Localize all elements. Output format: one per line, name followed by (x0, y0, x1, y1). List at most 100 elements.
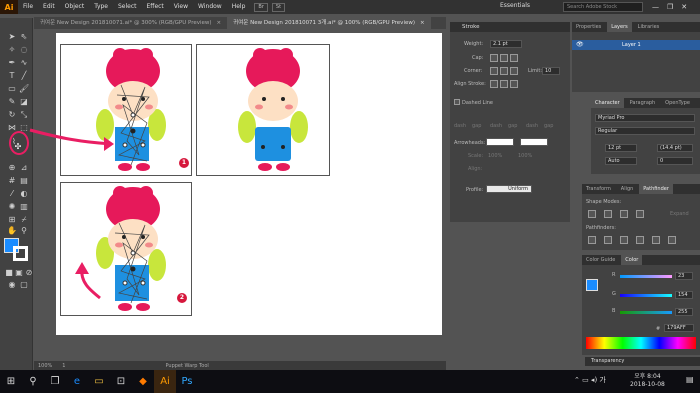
close-button[interactable]: ✕ (681, 0, 687, 14)
blue-slider[interactable] (620, 311, 672, 314)
annotation-arrows (29, 128, 114, 300)
minimize-button[interactable]: — (652, 0, 659, 14)
tab-color-guide[interactable]: Color Guide (582, 255, 619, 265)
merge-icon[interactable] (620, 236, 628, 244)
color-spectrum[interactable] (586, 337, 696, 349)
outline-icon[interactable] (652, 236, 660, 244)
taskbar-clock[interactable]: 오후 8:04 2018-10-08 (630, 373, 665, 389)
kerning-input[interactable]: Auto (605, 157, 637, 165)
maximize-button[interactable]: ❐ (667, 0, 673, 14)
tab-character[interactable]: Character (591, 98, 624, 108)
gap-3-label: gap (544, 123, 554, 129)
tab-opentype[interactable]: OpenType (661, 98, 694, 108)
miter-join-icon[interactable] (490, 67, 498, 75)
notification-icon[interactable]: ▤ (686, 375, 694, 384)
red-input[interactable]: 23 (675, 272, 693, 280)
clock-date: 2018-10-08 (630, 381, 665, 388)
round-join-icon[interactable] (500, 67, 508, 75)
file-explorer-icon[interactable]: ▭ (88, 370, 110, 393)
transparency-panel-header[interactable]: Transparency (585, 357, 700, 366)
character-panel-tabs: Character Paragraph OpenType (591, 98, 700, 108)
edge-browser-icon[interactable]: e (66, 370, 88, 393)
layer-row[interactable]: Layer 1 (572, 40, 700, 50)
arrow-align-label: Align: (468, 166, 483, 172)
artboard-number[interactable]: 1 (62, 363, 65, 369)
color-panel-tabs: Color Guide Color (582, 255, 700, 265)
unite-icon[interactable] (588, 210, 596, 218)
leading-input[interactable]: (14.4 pt) (657, 144, 693, 152)
current-tool-label: Puppet Warp Tool (165, 362, 209, 369)
square-cap-icon[interactable] (510, 54, 518, 62)
scale-start-value[interactable]: 100% (488, 153, 502, 159)
scale-label: Scale: (468, 153, 484, 159)
dashed-line-checkbox[interactable] (454, 99, 460, 105)
tab-align[interactable]: Align (617, 184, 638, 194)
font-style-select[interactable]: Regular (595, 127, 695, 135)
minus-back-icon[interactable] (668, 236, 676, 244)
weight-input[interactable]: 2.1 pt (490, 40, 522, 48)
pathfinder-panel: Transform Align Pathfinder Shape Modes: … (582, 184, 700, 250)
store-icon[interactable]: ⊡ (110, 370, 132, 393)
blue-input[interactable]: 255 (675, 308, 693, 316)
zoom-level[interactable]: 100% (38, 363, 52, 369)
color-fill-swatch[interactable] (586, 279, 598, 291)
profile-select[interactable]: Uniform (486, 185, 532, 193)
arrowhead-start-select[interactable] (486, 138, 514, 146)
gap-2-label: gap (508, 123, 518, 129)
tab-libraries[interactable]: Libraries (634, 22, 664, 32)
arrowheads-label: Arrowheads: (454, 140, 486, 146)
trim-icon[interactable] (604, 236, 612, 244)
corner-label: Corner: (464, 68, 483, 74)
align-center-icon[interactable] (490, 80, 498, 88)
minus-front-icon[interactable] (604, 210, 612, 218)
font-size-input[interactable]: 12 pt (605, 144, 637, 152)
character-panel: Character Paragraph OpenType Myriad Pro … (591, 98, 700, 174)
divide-icon[interactable] (588, 236, 596, 244)
windows-start-icon[interactable]: ⊞ (0, 370, 22, 393)
stock-search-input[interactable]: Search Adobe Stock (563, 2, 643, 12)
tab-layers[interactable]: Layers (607, 22, 632, 32)
photo-app-icon[interactable]: ◆ (132, 370, 154, 393)
hex-symbol: # (656, 326, 661, 332)
workspace-switcher[interactable]: Essentials (500, 2, 530, 9)
dash-1-label: dash (454, 123, 467, 129)
visibility-eye-icon[interactable]: 👁 (576, 41, 584, 48)
tab-transform[interactable]: Transform (582, 184, 615, 194)
search-icon[interactable]: ⚲ (22, 370, 44, 393)
green-input[interactable]: 154 (675, 291, 693, 299)
stroke-panel: Stroke Weight: 2.1 pt Cap: Corner: Limit… (450, 22, 570, 222)
butt-cap-icon[interactable] (490, 54, 498, 62)
arrow-head-up-icon (75, 262, 89, 274)
green-slider[interactable] (620, 294, 672, 297)
font-family-select[interactable]: Myriad Pro (595, 114, 695, 122)
expand-button[interactable]: Expand (670, 211, 689, 217)
round-cap-icon[interactable] (500, 54, 508, 62)
intersect-icon[interactable] (620, 210, 628, 218)
hex-input[interactable]: 179AFF (664, 324, 694, 332)
align-inside-icon[interactable] (500, 80, 508, 88)
tab-color[interactable]: Color (621, 255, 643, 265)
system-tray-icons[interactable]: ⌃ ▭ ◂) 가 (574, 375, 606, 385)
photoshop-taskbar-icon[interactable]: Ps (176, 370, 198, 393)
scale-end-value[interactable]: 100% (518, 153, 532, 159)
dash-2-label: dash (490, 123, 503, 129)
limit-input[interactable]: 10 (542, 67, 560, 75)
tab-properties[interactable]: Properties (572, 22, 605, 32)
red-slider[interactable] (620, 275, 672, 278)
crop-icon[interactable] (636, 236, 644, 244)
shape-modes-label: Shape Modes: (586, 199, 622, 205)
arrowhead-end-select[interactable] (520, 138, 548, 146)
tab-paragraph[interactable]: Paragraph (626, 98, 660, 108)
tab-pathfinder[interactable]: Pathfinder (639, 184, 673, 194)
pathfinders-label: Pathfinders: (586, 225, 616, 231)
align-outside-icon[interactable] (510, 80, 518, 88)
cap-label: Cap: (472, 55, 484, 61)
tracking-input[interactable]: 0 (657, 157, 693, 165)
exclude-icon[interactable] (636, 210, 644, 218)
task-view-icon[interactable]: ❐ (44, 370, 66, 393)
layers-panel-tabs: Properties Layers Libraries (572, 22, 700, 32)
bevel-join-icon[interactable] (510, 67, 518, 75)
layer-name: Layer 1 (622, 42, 641, 48)
align-stroke-label: Align Stroke: (454, 81, 486, 87)
illustrator-taskbar-icon[interactable]: Ai (154, 370, 176, 393)
